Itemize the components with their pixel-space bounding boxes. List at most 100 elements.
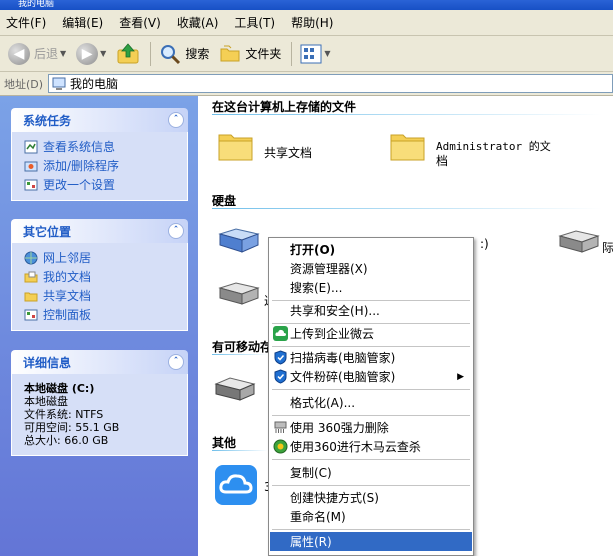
address-input[interactable]: 我的电脑 <box>48 74 613 93</box>
menu-item-label: 扫描病毒(电脑管家) <box>290 351 396 365</box>
up-button[interactable] <box>112 40 144 68</box>
control-panel-icon <box>24 178 38 192</box>
folders-button[interactable]: 文件夹 <box>215 40 285 68</box>
detail-free-space: 可用空间: 55.1 GB <box>24 421 120 434</box>
my-documents-icon <box>24 270 38 284</box>
menu-view[interactable]: 查看(V) <box>119 14 161 31</box>
menu-tools[interactable]: 工具(T) <box>234 14 275 31</box>
menu-item-label: 上传到企业微云 <box>290 327 375 341</box>
forward-button[interactable]: ▶ ▼ <box>72 40 110 68</box>
details-panel: 详细信息 ˆ 本地磁盘 (C:) 本地磁盘 文件系统: NTFS 可用空间: 5… <box>11 350 188 456</box>
removable-drive-icon[interactable] <box>212 374 258 404</box>
task-label: 添加/删除程序 <box>43 159 120 173</box>
menu-item-sharing-security[interactable]: 共享和安全(H)... <box>270 301 472 320</box>
local-disk-d-icon[interactable] <box>216 282 260 306</box>
group-divider <box>212 354 268 355</box>
menu-item-explorer[interactable]: 资源管理器(X) <box>270 259 472 278</box>
add-remove-icon <box>24 159 38 173</box>
menu-item-rename[interactable]: 重命名(M) <box>270 507 472 526</box>
group-divider <box>212 450 268 451</box>
collapse-icon[interactable]: ˆ <box>168 223 184 239</box>
system-tasks-panel: 系统任务 ˆ 查看系统信息 添加/删除程序 更改一个设置 <box>11 108 188 201</box>
back-arrow-icon: ◀ <box>8 42 30 65</box>
group-stored-files: 在这台计算机上存储的文件 <box>212 100 357 114</box>
place-my-documents[interactable]: 我的文档 <box>24 267 177 286</box>
control-panel-icon <box>24 308 38 322</box>
other-places-panel: 其它位置 ˆ 网上邻居 我的文档 共享文档 控制面板 <box>11 219 188 331</box>
back-button[interactable]: ◀ 后退 ▼ <box>4 40 70 68</box>
menu-item-scan-virus[interactable]: 扫描病毒(电脑管家) <box>270 348 472 367</box>
menu-item-label: 属性(R) <box>290 535 332 549</box>
menu-edit[interactable]: 编辑(E) <box>62 14 103 31</box>
collapse-icon[interactable]: ˆ <box>168 112 184 128</box>
menu-item-label: 打开(O) <box>290 243 336 257</box>
forward-dropdown-icon[interactable]: ▼ <box>100 49 106 58</box>
admin-documents-label[interactable]: Administrator 的文 <box>436 138 551 154</box>
shared-documents-label[interactable]: 共享文档 <box>264 144 312 161</box>
detail-type: 本地磁盘 <box>24 395 68 408</box>
menu-help[interactable]: 帮助(H) <box>291 14 333 31</box>
task-change-setting[interactable]: 更改一个设置 <box>24 175 177 194</box>
menu-item-label: 使用360进行木马云查杀 <box>290 440 421 454</box>
menu-item-360-force-delete[interactable]: 使用 360强力删除 <box>270 418 472 437</box>
place-label: 共享文档 <box>43 289 92 303</box>
toolbar-separator <box>291 41 293 66</box>
menu-item-create-shortcut[interactable]: 创建快捷方式(S) <box>270 488 472 507</box>
menu-item-360-trojan-scan[interactable]: 使用360进行木马云查杀 <box>270 437 472 456</box>
task-view-system-info[interactable]: 查看系统信息 <box>24 137 177 156</box>
local-disk-c-icon[interactable] <box>216 228 260 254</box>
system-tasks-header[interactable]: 系统任务 ˆ <box>11 108 188 132</box>
weiyun-cloud-icon[interactable] <box>214 464 258 506</box>
menu-item-open[interactable]: 打开(O) <box>270 240 472 259</box>
menu-favorites[interactable]: 收藏(A) <box>177 14 219 31</box>
place-control-panel[interactable]: 控制面板 <box>24 305 177 324</box>
place-shared-documents[interactable]: 共享文档 <box>24 286 177 305</box>
menu-item-label: 文件粉碎(电脑管家) <box>290 370 396 384</box>
menu-item-format[interactable]: 格式化(A)... <box>270 393 472 412</box>
admin-documents-folder-icon[interactable] <box>390 130 426 162</box>
address-value: 我的电脑 <box>70 77 119 91</box>
group-divider <box>212 114 602 115</box>
menu-item-file-shredder[interactable]: 文件粉碎(电脑管家) ▶ <box>270 367 472 386</box>
menu-bar: 文件(F) 编辑(E) 查看(V) 收藏(A) 工具(T) 帮助(H) <box>0 10 613 36</box>
other-places-header[interactable]: 其它位置 ˆ <box>11 219 188 243</box>
other-places-title: 其它位置 <box>23 224 72 239</box>
address-bar: 地址(D) 我的电脑 <box>0 72 613 96</box>
views-icon <box>300 44 322 63</box>
disk-c-label-partial: :) <box>480 237 489 251</box>
menu-item-copy[interactable]: 复制(C) <box>270 463 472 482</box>
folder-up-icon <box>117 42 139 63</box>
details-title: 详细信息 <box>23 355 72 370</box>
search-button[interactable]: 搜索 <box>155 40 213 68</box>
views-button[interactable]: ▼ <box>296 40 334 68</box>
menu-file[interactable]: 文件(F) <box>6 14 46 31</box>
menu-item-label: 复制(C) <box>290 466 332 480</box>
back-label: 后退 <box>34 47 59 61</box>
menu-item-label: 使用 360强力删除 <box>290 421 389 435</box>
menu-item-upload-weiyun[interactable]: 上传到企业微云 <box>270 324 472 343</box>
weiyun-icon <box>273 326 288 341</box>
details-header[interactable]: 详细信息 ˆ <box>11 350 188 374</box>
system-tasks-title: 系统任务 <box>23 113 72 128</box>
menu-item-label: 格式化(A)... <box>290 396 356 410</box>
local-disk-icon[interactable] <box>556 230 600 254</box>
menu-item-label: 搜索(E)... <box>290 281 343 295</box>
views-dropdown-icon[interactable]: ▼ <box>324 49 330 58</box>
shredder-icon <box>274 421 287 433</box>
task-add-remove-programs[interactable]: 添加/删除程序 <box>24 156 177 175</box>
collapse-icon[interactable]: ˆ <box>168 354 184 370</box>
menu-separator <box>272 485 470 486</box>
menu-item-properties[interactable]: 属性(R) <box>270 532 472 551</box>
place-label: 网上邻居 <box>43 251 92 265</box>
network-places-icon <box>24 251 38 265</box>
menu-separator <box>272 529 470 530</box>
context-menu: 打开(O) 资源管理器(X) 搜索(E)... 共享和安全(H)... 上传到企… <box>268 237 474 556</box>
shared-documents-folder-icon[interactable] <box>218 130 254 162</box>
menu-item-label: 共享和安全(H)... <box>290 304 380 318</box>
disk-label-partial: 际 <box>602 241 613 255</box>
task-label: 更改一个设置 <box>43 178 116 192</box>
search-icon <box>161 44 181 64</box>
place-network[interactable]: 网上邻居 <box>24 248 177 267</box>
back-dropdown-icon[interactable]: ▼ <box>60 49 66 58</box>
menu-item-search[interactable]: 搜索(E)... <box>270 278 472 297</box>
